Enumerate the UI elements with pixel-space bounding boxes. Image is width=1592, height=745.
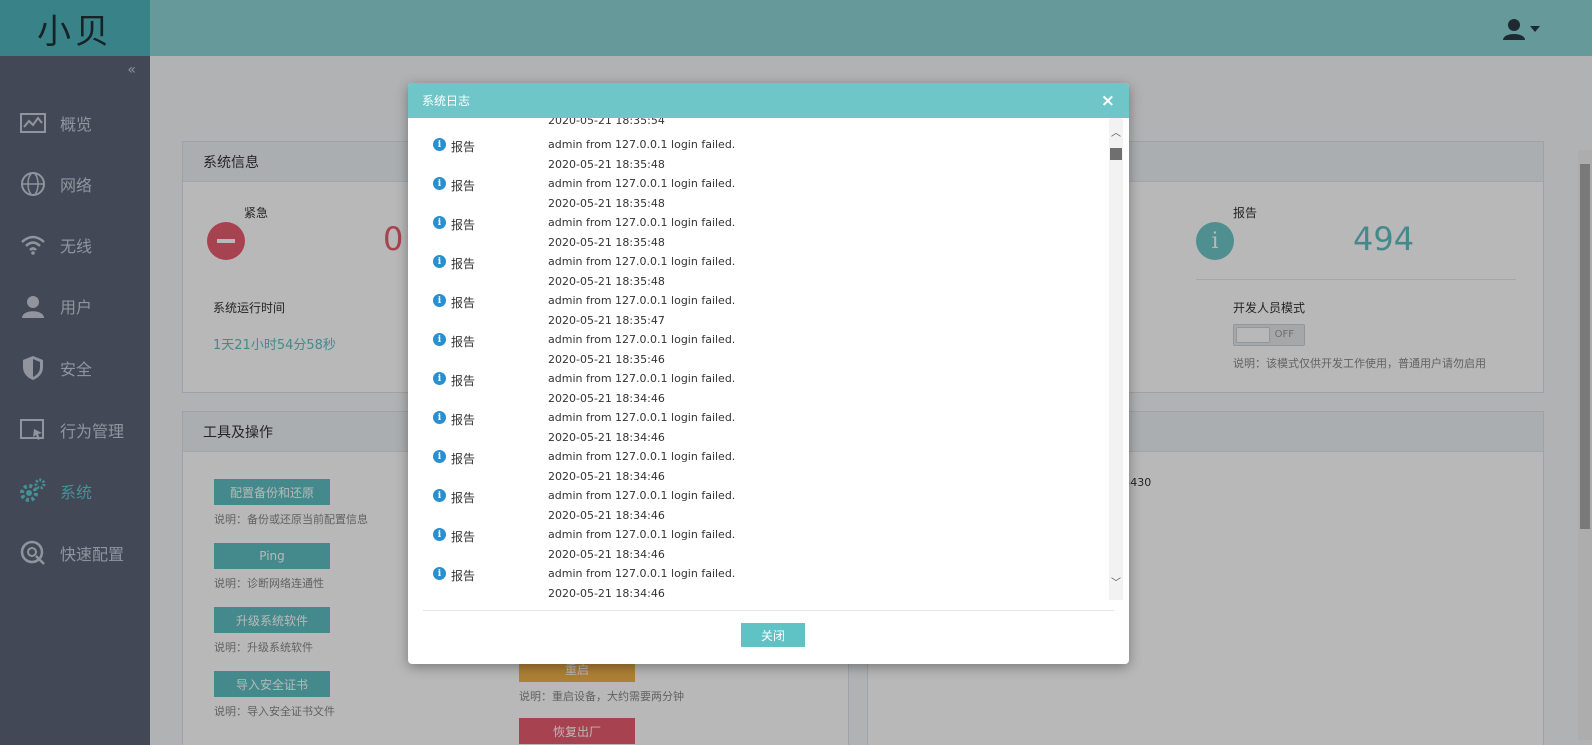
log-level: 报告 (451, 569, 476, 583)
info-icon: i (433, 528, 446, 541)
log-time: 2020-05-21 18:34:46 (548, 587, 665, 600)
log-row: i 报告 admin from 127.0.0.1 login failed. … (423, 516, 1103, 561)
log-row: i 报告 admin from 127.0.0.1 login failed. … (423, 399, 1103, 444)
log-level: 报告 (451, 218, 476, 232)
log-message: admin from 127.0.0.1 login failed. (548, 411, 736, 424)
log-message: admin from 127.0.0.1 login failed. (548, 567, 736, 580)
log-message: admin from 127.0.0.1 login failed. (548, 450, 736, 463)
info-icon: i (433, 216, 446, 229)
log-level: 报告 (451, 257, 476, 271)
log-message: admin from 127.0.0.1 login failed. (548, 489, 736, 502)
log-level: 报告 (451, 413, 476, 427)
info-icon: i (433, 294, 446, 307)
log-level: 报告 (451, 452, 476, 466)
log-message: admin from 127.0.0.1 login failed. (548, 528, 736, 541)
info-icon: i (433, 450, 446, 463)
log-level: 报告 (451, 179, 476, 193)
system-log-dialog: 系统日志 × 2020-05-21 18:35:54 i 报告 admin fr… (408, 83, 1129, 664)
info-icon: i (433, 255, 446, 268)
log-level: 报告 (451, 530, 476, 544)
log-row: i 报告 admin from 127.0.0.1 login failed. … (423, 477, 1103, 522)
log-row: i 报告 admin from 127.0.0.1 login failed. … (423, 282, 1103, 327)
scroll-down-icon[interactable]: ﹀ (1111, 578, 1121, 590)
log-message: admin from 127.0.0.1 login failed. (548, 255, 736, 268)
log-level: 报告 (451, 335, 476, 349)
log-row: i 报告 admin from 127.0.0.1 login failed. … (423, 321, 1103, 366)
close-icon[interactable]: × (1101, 91, 1115, 111)
log-row: i 报告 admin from 127.0.0.1 login failed. … (423, 360, 1103, 405)
info-icon: i (433, 333, 446, 346)
log-level: 报告 (451, 296, 476, 310)
log-scrollbar[interactable]: ︿ ﹀ (1109, 118, 1123, 600)
log-scrollbar-thumb[interactable] (1110, 148, 1122, 160)
close-button[interactable]: 关闭 (741, 623, 805, 647)
info-icon: i (433, 138, 446, 151)
log-level: 报告 (451, 140, 476, 154)
info-icon: i (433, 177, 446, 190)
log-message: admin from 127.0.0.1 login failed. (548, 138, 736, 151)
log-row: i 报告 admin from 127.0.0.1 login failed. … (423, 126, 1103, 171)
info-icon: i (433, 489, 446, 502)
scroll-up-icon[interactable]: ︿ (1111, 128, 1121, 140)
dialog-title: 系统日志 (422, 94, 471, 108)
dialog-header: 系统日志 × (408, 83, 1129, 118)
log-list[interactable]: 2020-05-21 18:35:54 i 报告 admin from 127.… (423, 118, 1123, 600)
log-message: admin from 127.0.0.1 login failed. (548, 372, 736, 385)
log-message: admin from 127.0.0.1 login failed. (548, 294, 736, 307)
info-icon: i (433, 567, 446, 580)
divider (423, 610, 1114, 611)
info-icon: i (433, 372, 446, 385)
log-message: admin from 127.0.0.1 login failed. (548, 333, 736, 346)
log-message: admin from 127.0.0.1 login failed. (548, 216, 736, 229)
log-row: i 报告 admin from 127.0.0.1 login failed. … (423, 438, 1103, 483)
log-level: 报告 (451, 374, 476, 388)
log-row: i 报告 admin from 127.0.0.1 login failed. … (423, 243, 1103, 288)
log-level: 报告 (451, 491, 476, 505)
log-row: i 报告 admin from 127.0.0.1 login failed. … (423, 204, 1103, 249)
log-row: i 报告 admin from 127.0.0.1 login failed. … (423, 555, 1103, 600)
info-icon: i (433, 411, 446, 424)
log-message: admin from 127.0.0.1 login failed. (548, 177, 736, 190)
log-row: i 报告 admin from 127.0.0.1 login failed. … (423, 165, 1103, 210)
